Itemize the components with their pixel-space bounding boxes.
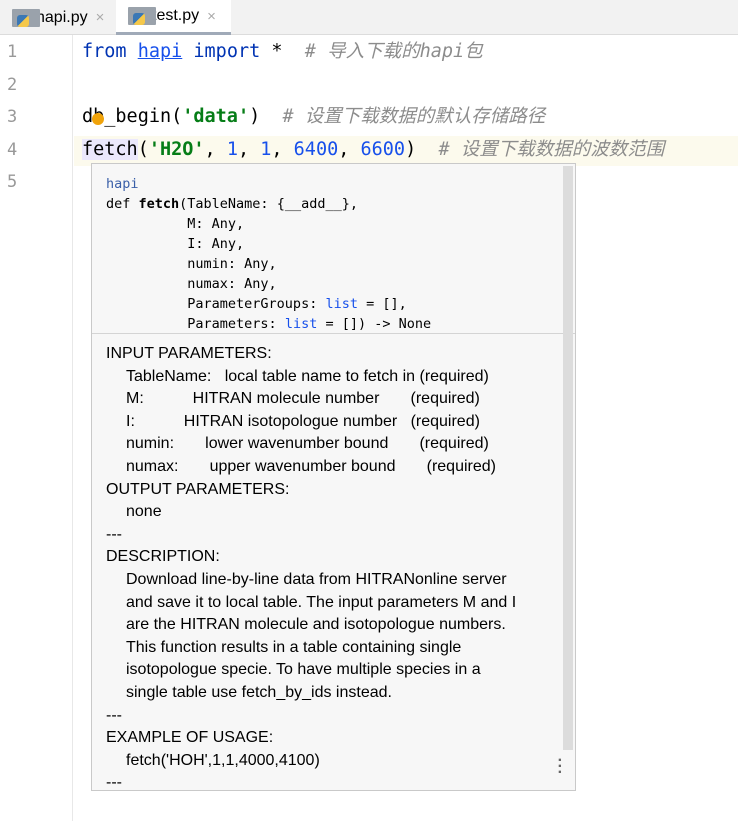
signature-line: Parameters: list = []) -> None bbox=[106, 316, 432, 332]
doc-line: and save it to local table. The input pa… bbox=[126, 593, 517, 611]
paren: ) bbox=[249, 106, 261, 127]
number: 1 bbox=[226, 139, 238, 160]
docstring: INPUT PARAMETERS: TableName: local table … bbox=[92, 334, 575, 804]
doc-line: Download line-by-line data from HITRANon… bbox=[126, 570, 507, 588]
close-icon[interactable]: × bbox=[96, 9, 105, 26]
code-line-4[interactable]: fetch('H2O', 1, 1, 6400, 6600) # 设置下载数据的… bbox=[82, 137, 664, 163]
tab-label: hapi.py bbox=[36, 8, 88, 26]
doc-line: --- bbox=[106, 706, 122, 724]
tab-label: test.py bbox=[152, 7, 200, 24]
module-link[interactable]: hapi bbox=[138, 41, 183, 62]
keyword: from bbox=[82, 41, 127, 62]
number: 1 bbox=[260, 139, 272, 160]
signature-line: numin: Any, bbox=[106, 256, 277, 272]
tab-hapi-py[interactable]: hapi.py × bbox=[0, 0, 115, 35]
signature-line: def fetch(TableName: {__add__}, bbox=[106, 196, 358, 212]
comment: # 设置下载数据的波数范围 bbox=[416, 139, 665, 160]
comment: # 设置下载数据的默认存储路径 bbox=[260, 106, 546, 127]
line-number: 3 bbox=[7, 107, 18, 127]
doc-line: TableName: local table name to fetch in … bbox=[126, 367, 489, 385]
doc-line: are the HITRAN molecule and isotopologue… bbox=[126, 616, 506, 634]
doc-line: fetch('HOH',1,1,4000,4100) bbox=[126, 751, 320, 769]
python-file-icon bbox=[128, 7, 156, 25]
python-file-icon bbox=[12, 8, 40, 27]
doc-line: isotopologue specie. To have multiple sp… bbox=[126, 661, 481, 679]
doc-line: numax: upper wavenumber bound (required) bbox=[126, 457, 496, 475]
comma: , bbox=[204, 139, 227, 160]
signature-line: numax: Any, bbox=[106, 276, 277, 292]
code-line-1[interactable]: from hapi import * # 导入下载的hapi包 bbox=[82, 39, 483, 65]
comma: , bbox=[237, 139, 261, 160]
line-number: 1 bbox=[7, 42, 18, 62]
comma: , bbox=[338, 139, 361, 160]
module-name[interactable]: hapi bbox=[106, 174, 561, 194]
signature: def fetch(TableName: {__add__}, M: Any, … bbox=[106, 194, 561, 334]
doc-line: single table use fetch_by_ids instead. bbox=[126, 683, 392, 701]
doc-line: --- bbox=[106, 525, 122, 543]
doc-line: numin: lower wavenumber bound (required) bbox=[126, 435, 489, 453]
line-number: 2 bbox=[7, 75, 18, 95]
string-literal: 'data' bbox=[182, 106, 250, 127]
quick-documentation-popup[interactable]: hapi def fetch(TableName: {__add__}, M: A… bbox=[91, 163, 576, 791]
close-icon[interactable]: × bbox=[207, 8, 216, 25]
signature-line: ParameterGroups: list = [], bbox=[106, 296, 407, 312]
string-literal: 'H2O' bbox=[148, 139, 205, 160]
scrollbar[interactable] bbox=[563, 166, 573, 750]
doc-line: I: HITRAN isotopologue number (required) bbox=[126, 412, 480, 430]
tab-test-py[interactable]: test.py × bbox=[116, 0, 231, 35]
doc-line: --- bbox=[106, 774, 122, 792]
paren: ) bbox=[405, 139, 417, 160]
doc-line: EXAMPLE OF USAGE: bbox=[106, 729, 274, 747]
more-options-icon[interactable]: · · · bbox=[558, 753, 563, 781]
line-number: 5 bbox=[7, 172, 18, 192]
code-line-3[interactable]: db_begin('data') # 设置下载数据的默认存储路径 bbox=[82, 104, 545, 130]
comma: , bbox=[271, 139, 294, 160]
doc-line: DESCRIPTION: bbox=[106, 548, 220, 566]
number: 6400 bbox=[293, 139, 339, 160]
line-number: 4 bbox=[7, 140, 18, 160]
signature-line: M: Any, bbox=[106, 216, 245, 232]
doc-line: INPUT PARAMETERS: bbox=[106, 345, 272, 362]
lightbulb-icon[interactable] bbox=[92, 113, 104, 125]
editor-tab-bar: hapi.py × test.py × bbox=[0, 0, 738, 35]
doc-line: none bbox=[126, 503, 162, 521]
keyword: import bbox=[193, 41, 261, 62]
paren: ( bbox=[137, 139, 149, 160]
doc-line: This function results in a table contain… bbox=[126, 638, 462, 656]
operator: * bbox=[260, 41, 294, 62]
function-call: fetch bbox=[82, 139, 138, 160]
comment: # 导入下载的hapi包 bbox=[293, 41, 483, 62]
number: 6600 bbox=[360, 139, 406, 160]
doc-line: M: HITRAN molecule number (required) bbox=[126, 390, 480, 408]
signature-section: hapi def fetch(TableName: {__add__}, M: A… bbox=[92, 164, 575, 334]
doc-line: OUTPUT PARAMETERS: bbox=[106, 480, 290, 498]
signature-line: I: Any, bbox=[106, 236, 245, 252]
